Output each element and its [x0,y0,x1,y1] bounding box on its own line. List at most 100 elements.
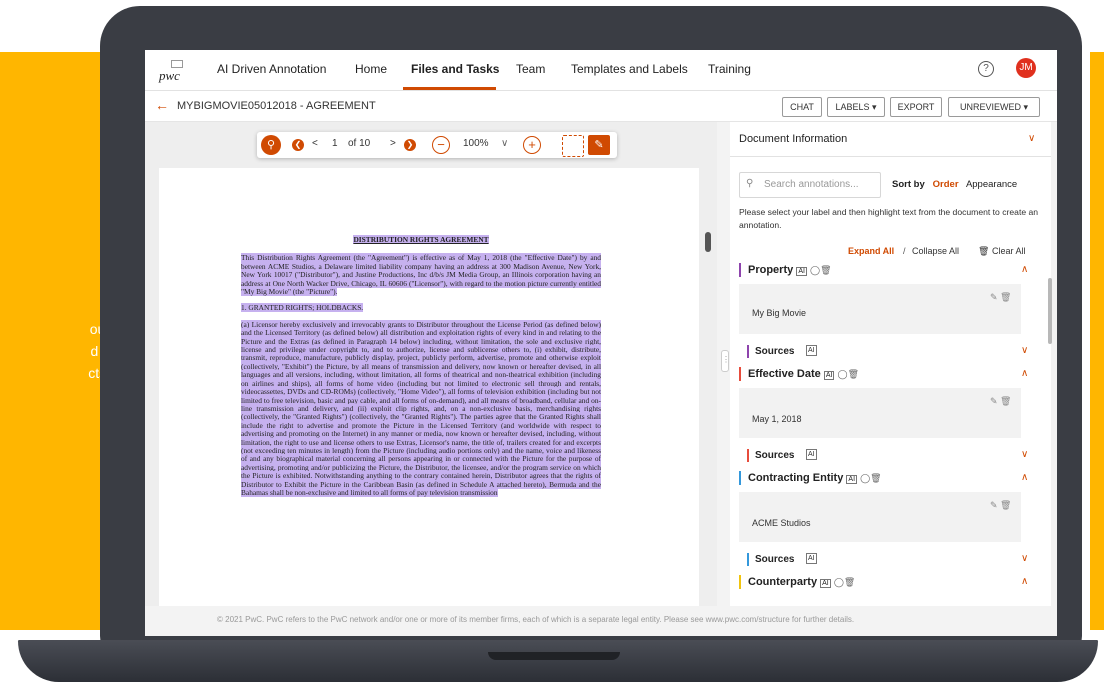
edit-icon[interactable]: ✎ 🗑 [990,396,1011,407]
label-property[interactable]: Property AI ◯🗑 ∧ [739,260,1039,280]
last-page-icon[interactable]: ❯ [404,139,416,151]
sources-bar [747,449,749,462]
next-page-button[interactable]: > [390,138,396,149]
edit-icon[interactable]: ✎ 🗑 [990,292,1011,303]
document-viewer: ⚲ ❮ < 1 of 10 > ❯ − 100% ∨ + ✎ DISTRIBUT… [145,122,717,606]
chat-button[interactable]: CHAT [782,97,822,117]
clear-all-link[interactable]: 🗑 Clear All [978,246,1025,257]
chevron-down-icon[interactable]: ∨ [1021,553,1028,564]
active-tab-indicator [403,87,496,90]
search-icon[interactable]: ⚲ [261,135,281,155]
separator: / [903,246,906,256]
label-value-text: My Big Movie [752,308,807,318]
label-effective-date[interactable]: Effective Date AI ◯🗑 ∧ [739,364,1039,384]
panel-title: Document Information [739,133,848,145]
chevron-up-icon[interactable]: ∧ [1021,368,1028,379]
nav-home[interactable]: Home [355,62,387,76]
nav-templates-and-labels[interactable]: Templates and Labels [571,62,688,76]
chevron-up-icon[interactable]: ∧ [1021,472,1028,483]
promo-line: cts. [0,362,110,384]
page-number-input[interactable]: 1 [332,138,338,149]
sort-appearance-option[interactable]: Appearance [966,179,1017,190]
chevron-up-icon[interactable]: ∧ [1021,264,1028,275]
label-value-text: ACME Studios [752,518,811,528]
expand-all-link[interactable]: Expand All [848,246,894,256]
ai-badge: AI [806,449,817,460]
highlight-pen-icon[interactable]: ✎ [588,135,610,155]
comment-icon[interactable]: ◯ [860,473,870,483]
document-page: DISTRIBUTION RIGHTS AGREEMENT This Distr… [159,168,699,606]
promo-line: e [0,384,110,406]
label-color-bar [739,471,741,485]
top-nav: pwc AI Driven Annotation Home Files and … [145,50,1057,91]
label-color-bar [739,367,741,381]
label-contracting-entity[interactable]: Contracting Entity AI ◯🗑 ∧ [739,468,1039,488]
document-scrollbar[interactable] [705,232,711,252]
user-avatar[interactable]: JM [1016,58,1036,78]
document-text[interactable]: DISTRIBUTION RIGHTS AGREEMENT This Distr… [241,235,601,505]
label-value-contracting-entity[interactable]: ✎ 🗑 ACME Studios [739,492,1021,542]
promo-line: d – [90,343,110,359]
zoom-in-icon[interactable]: + [523,136,541,154]
sources-row[interactable]: Sources AI ∨ [747,344,1039,360]
label-value-property[interactable]: ✎ 🗑 My Big Movie [739,284,1021,334]
prev-page-button[interactable]: < [312,138,318,149]
help-icon[interactable]: ? [978,61,994,77]
sources-bar [747,345,749,358]
zoom-dropdown-icon[interactable]: ∨ [501,138,508,149]
doc-intro-paragraph: This Distribution Rights Agreement (the … [241,253,601,297]
label-name: Counterparty AI ◯🗑 [748,576,856,588]
select-region-icon[interactable] [562,135,584,157]
edit-icon[interactable]: ✎ 🗑 [990,500,1011,511]
chevron-up-icon[interactable]: ∧ [1021,576,1028,587]
chevron-down-icon[interactable]: ∨ [1021,449,1028,460]
pwc-logo[interactable]: pwc [159,60,185,83]
nav-ai-driven-annotation[interactable]: AI Driven Annotation [217,62,326,76]
nav-training[interactable]: Training [708,62,751,76]
footer-text: © 2021 PwC. PwC refers to the PwC networ… [217,615,855,624]
comment-icon[interactable]: ◯ [810,265,820,275]
review-status-dropdown[interactable]: UNREVIEWED ▾ [948,97,1040,117]
chevron-down-icon[interactable]: ∨ [1028,133,1035,144]
label-value-effective-date[interactable]: ✎ 🗑 May 1, 2018 [739,388,1021,438]
comment-icon[interactable]: ◯ [834,577,844,587]
zoom-level[interactable]: 100% [463,138,489,149]
sort-order-option[interactable]: Order [933,179,959,190]
sources-row[interactable]: Sources AI ∨ [747,448,1039,464]
panel-header[interactable]: Document Information ∨ [730,122,1051,157]
sources-bar [747,553,749,566]
logo-mark [171,60,183,68]
label-color-bar [739,575,741,589]
sources-label: Sources [755,346,795,357]
doc-section-title: 1. GRANTED RIGHTS; HOLDBACKS. [241,303,364,313]
panel-scrollbar[interactable] [1048,278,1052,344]
ai-badge: AI [806,345,817,356]
zoom-out-icon[interactable]: − [432,136,450,154]
comment-icon[interactable]: ◯ [838,369,848,379]
doc-heading: DISTRIBUTION RIGHTS AGREEMENT [353,235,489,244]
labels-dropdown-button[interactable]: LABELS ▾ [827,97,885,117]
trash-icon[interactable]: 🗑 [844,577,855,587]
ai-badge: AI [823,371,835,380]
collapse-all-link[interactable]: Collapse All [912,246,959,256]
back-arrow-icon[interactable]: ← [155,97,169,113]
document-header: ← MYBIGMOVIE05012018 - AGREEMENT CHAT LA… [145,91,1057,122]
trash-icon[interactable]: 🗑 [820,265,831,275]
trash-icon[interactable]: 🗑 [848,369,859,379]
first-page-icon[interactable]: ❮ [292,139,304,151]
sources-label: Sources [755,450,795,461]
promo-text: our d – cts. e l [0,318,110,428]
sources-row[interactable]: Sources AI ∨ [747,552,1039,568]
trash-icon[interactable]: 🗑 [870,473,881,483]
export-button[interactable]: EXPORT [890,97,942,117]
trash-icon: 🗑 [978,246,990,256]
nav-team[interactable]: Team [516,62,545,76]
label-counterparty[interactable]: Counterparty AI ◯🗑 ∧ [739,572,1039,592]
sort-by-control: Sort by Order Appearance [892,179,1017,190]
document-information-panel: Document Information ∨ ⚲ Search annotati… [730,122,1052,606]
chevron-down-icon[interactable]: ∨ [1021,345,1028,356]
annotation-search-input[interactable]: ⚲ Search annotations... [739,172,881,198]
panel-resize-handle[interactable]: ⋮ [721,350,730,372]
sources-label: Sources [755,554,795,565]
nav-files-and-tasks[interactable]: Files and Tasks [411,62,499,76]
